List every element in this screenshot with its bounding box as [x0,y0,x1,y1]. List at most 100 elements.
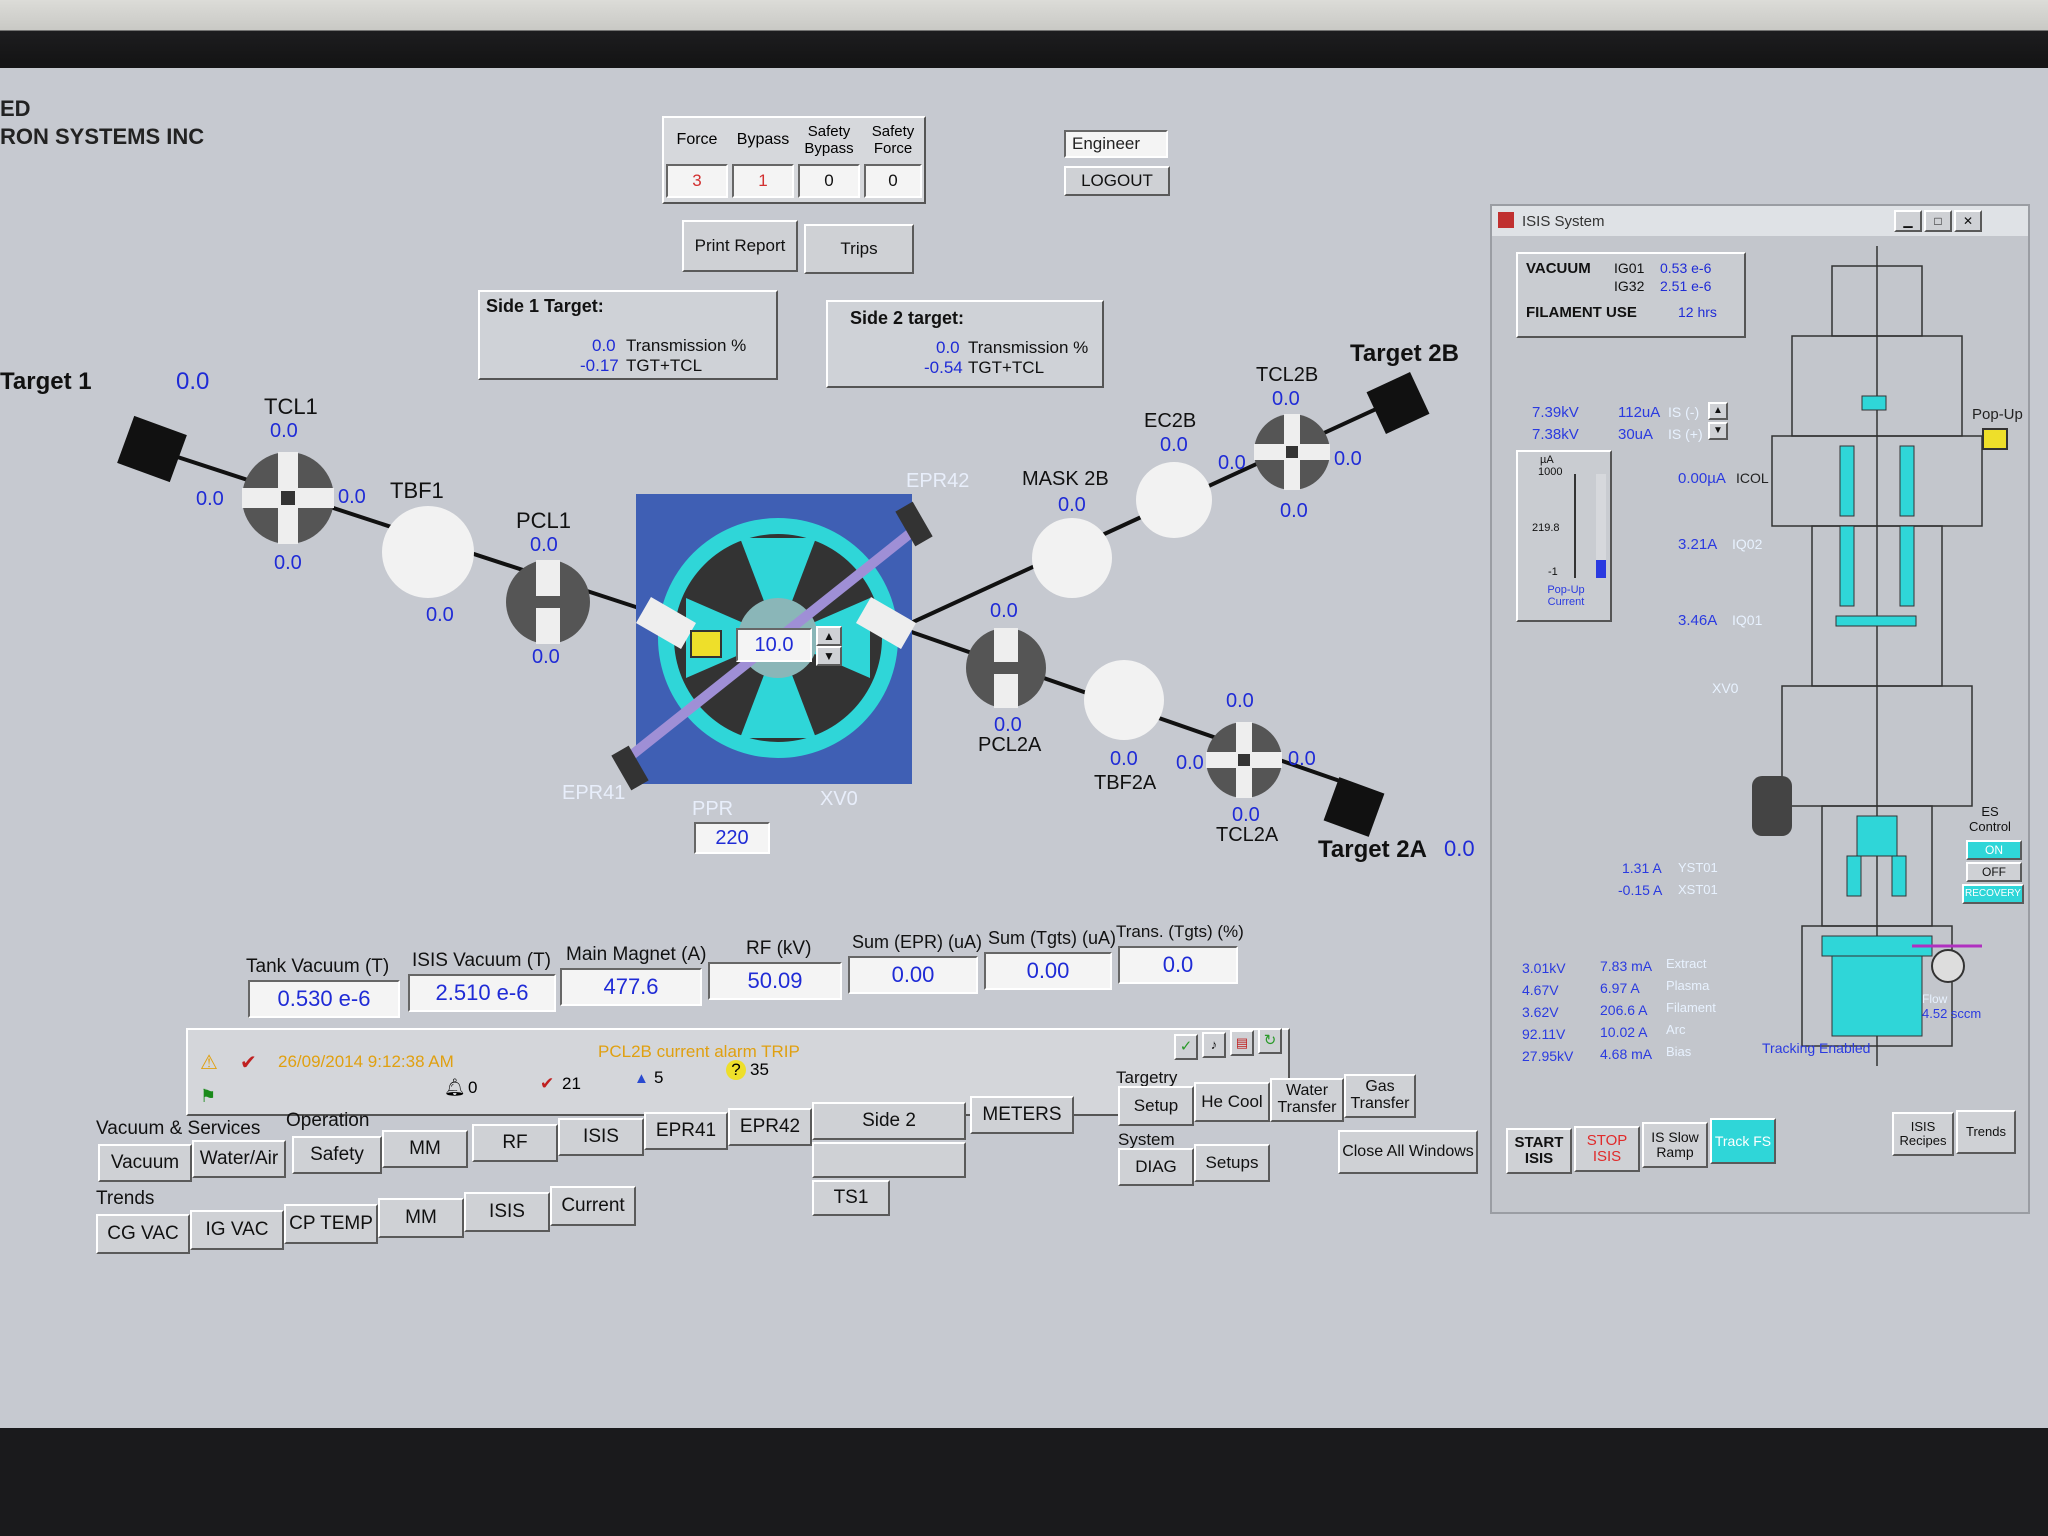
epr41-label: EPR41 [562,782,626,804]
tcl2b-collimator-icon[interactable] [1254,414,1330,490]
alarm-list-icon[interactable]: ▤ [1230,1030,1254,1056]
es-recovery-button[interactable]: RECOVERY [1962,884,2024,904]
trends-label: Trends [96,1188,155,1209]
tcl1-top-value: 0.0 [270,420,298,442]
warning-icon[interactable]: ⚠ [200,1050,218,1075]
tcl1-left-value: 0.0 [196,488,224,510]
tcl2b-bottom-value: 0.0 [1280,500,1308,522]
is-down-arrow-icon[interactable]: ▼ [1708,422,1728,440]
isis-trends-button[interactable]: Trends [1956,1110,2016,1154]
gauge-scale [1574,474,1576,578]
question-icon[interactable]: ? [726,1060,746,1080]
stripper-indicator-icon[interactable] [690,630,722,658]
green-flag-icon[interactable]: ⚑ [200,1086,216,1107]
vacuum-button[interactable]: Vacuum [98,1144,192,1182]
tcl2a-collimator-icon[interactable] [1206,722,1282,798]
tcl2b-label: TCL2B [1256,364,1319,386]
cp-temp-button[interactable]: CP TEMP [284,1204,378,1244]
isis-button[interactable]: ISIS [558,1118,644,1156]
track-fs-button[interactable]: Track FS [1710,1118,1776,1164]
ig-vac-button[interactable]: IG VAC [190,1210,284,1250]
safety-button[interactable]: Safety [292,1136,382,1174]
tcl2b-right-value: 0.0 [1334,448,1362,470]
es-control-label: ES Control [1969,804,2011,834]
setup-button[interactable]: Setup [1118,1086,1194,1126]
isis-recipes-button[interactable]: ISIS Recipes [1892,1112,1954,1156]
close-icon[interactable]: ✕ [1954,210,1982,232]
beamline-diagram [117,372,1430,837]
ec2b-label: EC2B [1144,410,1197,432]
bell-icon[interactable]: 🔔︎ [444,1078,466,1098]
es-on-button[interactable]: ON [1966,840,2022,860]
tbf2a-filter-icon[interactable] [1084,660,1164,740]
trend-isis-button[interactable]: ISIS [464,1192,550,1232]
stripper-up-arrow-icon[interactable]: ▲ [816,626,842,646]
mask2b-icon[interactable] [1032,518,1112,598]
stripper-down-arrow-icon[interactable]: ▼ [816,646,842,666]
ts1-button[interactable]: TS1 [812,1180,890,1216]
tcl2b-left-value: 0.0 [1218,452,1246,474]
side2-button[interactable]: Side 2 [812,1102,966,1140]
blank-button[interactable] [812,1142,966,1178]
alarm-message[interactable]: PCL2B current alarm TRIP [598,1042,800,1062]
meters-button[interactable]: METERS [970,1096,1074,1134]
filament-use-value: 12 hrs [1678,304,1717,320]
iq02-value: 3.21A [1678,536,1718,553]
arc-label: Arc [1666,1022,1686,1037]
start-isis-button[interactable]: START ISIS [1506,1128,1572,1174]
ack-count-icon[interactable]: ✔ [540,1074,554,1094]
slow-ramp-button[interactable]: IS Slow Ramp [1642,1122,1708,1168]
water-transfer-button[interactable]: Water Transfer [1270,1078,1344,1122]
ig32-label: IG32 [1614,278,1645,294]
ig01-value: 0.53 e-6 [1660,260,1712,276]
gauge-label: Pop-Up Current [1547,584,1585,608]
flag-icon[interactable]: ▲ [634,1070,649,1087]
gas-transfer-button[interactable]: Gas Transfer [1344,1074,1416,1118]
pcl2a-collimator-icon[interactable] [966,628,1046,708]
rf-button[interactable]: RF [472,1124,558,1162]
cg-vac-button[interactable]: CG VAC [96,1214,190,1254]
rf-value: 50.09 [708,962,842,1000]
target2a-block-icon[interactable] [1323,777,1385,837]
stripper-setpoint-field[interactable]: 10.0 [736,628,812,662]
icol-value: 0.00µA [1678,470,1726,487]
is-plus-label: IS (+) [1668,426,1703,442]
pcl2a-label: PCL2A [978,734,1042,756]
close-all-windows-button[interactable]: Close All Windows [1338,1130,1478,1174]
diag-button[interactable]: DIAG [1118,1148,1194,1186]
tcl1-collimator-icon[interactable] [242,452,334,544]
epr42-button[interactable]: EPR42 [728,1108,812,1146]
ppr-value-field[interactable]: 220 [694,822,770,854]
mm-button[interactable]: MM [382,1130,468,1168]
he-cool-button[interactable]: He Cool [1194,1082,1270,1122]
setups-button[interactable]: Setups [1194,1144,1270,1182]
epr41-button[interactable]: EPR41 [644,1112,728,1150]
maximize-icon[interactable]: □ [1924,210,1952,232]
target2b-block-icon[interactable] [1366,372,1430,434]
water-air-button[interactable]: Water/Air [192,1140,286,1178]
is-up-arrow-icon[interactable]: ▲ [1708,402,1728,420]
es-off-button[interactable]: OFF [1966,862,2022,882]
target1-block-icon[interactable] [117,415,187,483]
current-button[interactable]: Current [550,1186,636,1226]
ec2b-icon[interactable] [1136,462,1212,538]
tbf1-label: TBF1 [390,478,444,503]
gauge-fill [1596,560,1606,578]
xv0-isis-label: XV0 [1712,680,1739,696]
control-screen: ED RON SYSTEMS INC Force Bypass Safety B… [0,68,2048,1428]
ack-count: 21 [562,1074,581,1093]
pcl1-collimator-icon[interactable] [506,560,590,644]
xst01-label: XST01 [1678,882,1718,897]
system-label: System [1118,1130,1175,1149]
stop-isis-button[interactable]: STOP ISIS [1574,1126,1640,1172]
minimize-icon[interactable]: ▁ [1894,210,1922,232]
refresh-icon[interactable]: ↻ [1258,1028,1282,1054]
ack-all-icon[interactable]: ✓ [1174,1034,1198,1060]
acknowledge-check-icon[interactable]: ✔ [240,1050,257,1075]
popup-toggle-icon[interactable] [1982,428,2008,450]
trend-mm-button[interactable]: MM [378,1198,464,1238]
tbf1-filter-icon[interactable] [382,506,474,598]
silence-icon[interactable]: ♪ [1202,1032,1226,1058]
question-count: 35 [750,1060,769,1079]
tbf2a-label: TBF2A [1094,772,1157,794]
